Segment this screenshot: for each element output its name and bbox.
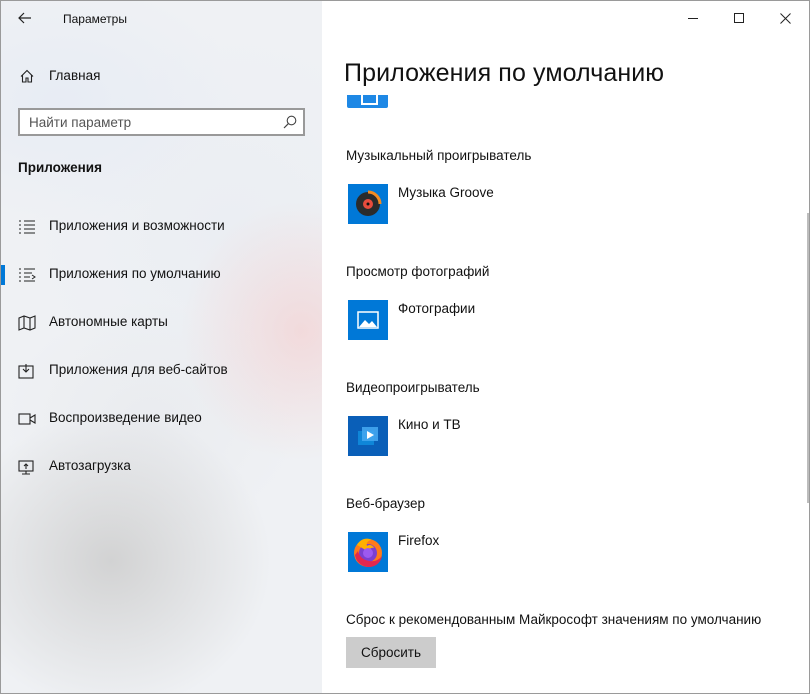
back-arrow-icon [18,12,31,24]
sidebar-item-web-apps[interactable]: Приложения для веб-сайтов [1,351,322,391]
maximize-button[interactable] [716,1,762,35]
active-indicator [1,265,5,285]
maximize-icon [734,13,744,23]
photo-viewer-label: Просмотр фотографий [346,264,490,279]
partially-visible-app-tile[interactable] [347,95,388,108]
scrollbar[interactable] [807,213,809,503]
sidebar-item-label: Главная [49,68,101,83]
sidebar-item-video-playback[interactable]: Воспроизведение видео [1,399,322,439]
settings-window: Параметры Главная Приложения Приложения … [0,0,810,694]
photo-viewer-app-button[interactable]: Фотографии [346,300,766,342]
web-apps-icon [18,364,34,379]
video-icon [18,413,36,425]
video-player-label: Видеопроигрыватель [346,380,480,395]
content-pane: Приложения по умолчанию Музыкальный прои… [322,1,809,693]
sidebar-item-startup[interactable]: Автозагрузка [1,447,322,487]
close-icon [779,12,791,24]
photos-icon [348,300,388,340]
firefox-icon [348,532,388,572]
sidebar: Параметры Главная Приложения Приложения … [1,1,322,693]
sidebar-item-label: Приложения по умолчанию [49,266,221,281]
sidebar-item-offline-maps[interactable]: Автономные карты [1,303,322,343]
map-icon [18,315,36,331]
groove-music-icon [348,184,388,224]
app-name: Музыка Groove [398,185,494,200]
movies-tv-icon [348,416,388,456]
minimize-button[interactable] [670,1,716,35]
app-name: Кино и ТВ [398,417,461,432]
app-name: Фотографии [398,301,476,316]
minimize-icon [688,18,698,19]
search-icon[interactable] [282,114,298,130]
home-icon [20,69,34,83]
default-apps-icon [19,268,36,282]
sidebar-item-default-apps[interactable]: Приложения по умолчанию [1,255,322,295]
reset-button[interactable]: Сбросить [346,637,436,668]
apps-list-icon [19,220,35,234]
sidebar-item-label: Приложения для веб-сайтов [49,362,228,377]
app-name: Firefox [398,533,440,548]
sidebar-item-label: Автономные карты [49,314,168,329]
search-box[interactable] [18,108,305,136]
startup-icon [18,460,34,475]
sidebar-item-apps-features[interactable]: Приложения и возможности [1,207,322,247]
sidebar-item-label: Автозагрузка [49,458,131,473]
back-button[interactable] [13,6,37,30]
web-browser-label: Веб-браузер [346,496,425,511]
sidebar-item-label: Приложения и возможности [49,218,225,233]
reset-label: Сброс к рекомендованным Майкрософт значе… [346,612,762,627]
page-title: Приложения по умолчанию [344,59,665,87]
section-title: Приложения [18,160,102,175]
web-browser-app-button[interactable]: Firefox [346,532,766,574]
sidebar-item-label: Воспроизведение видео [49,410,202,425]
video-player-app-button[interactable]: Кино и ТВ [346,416,766,458]
app-title: Параметры [63,12,127,26]
search-input[interactable] [20,110,270,134]
sidebar-item-home[interactable]: Главная [1,61,322,89]
music-player-label: Музыкальный проигрыватель [346,148,532,163]
close-button[interactable] [762,1,808,35]
music-player-app-button[interactable]: Музыка Groove [346,184,766,226]
